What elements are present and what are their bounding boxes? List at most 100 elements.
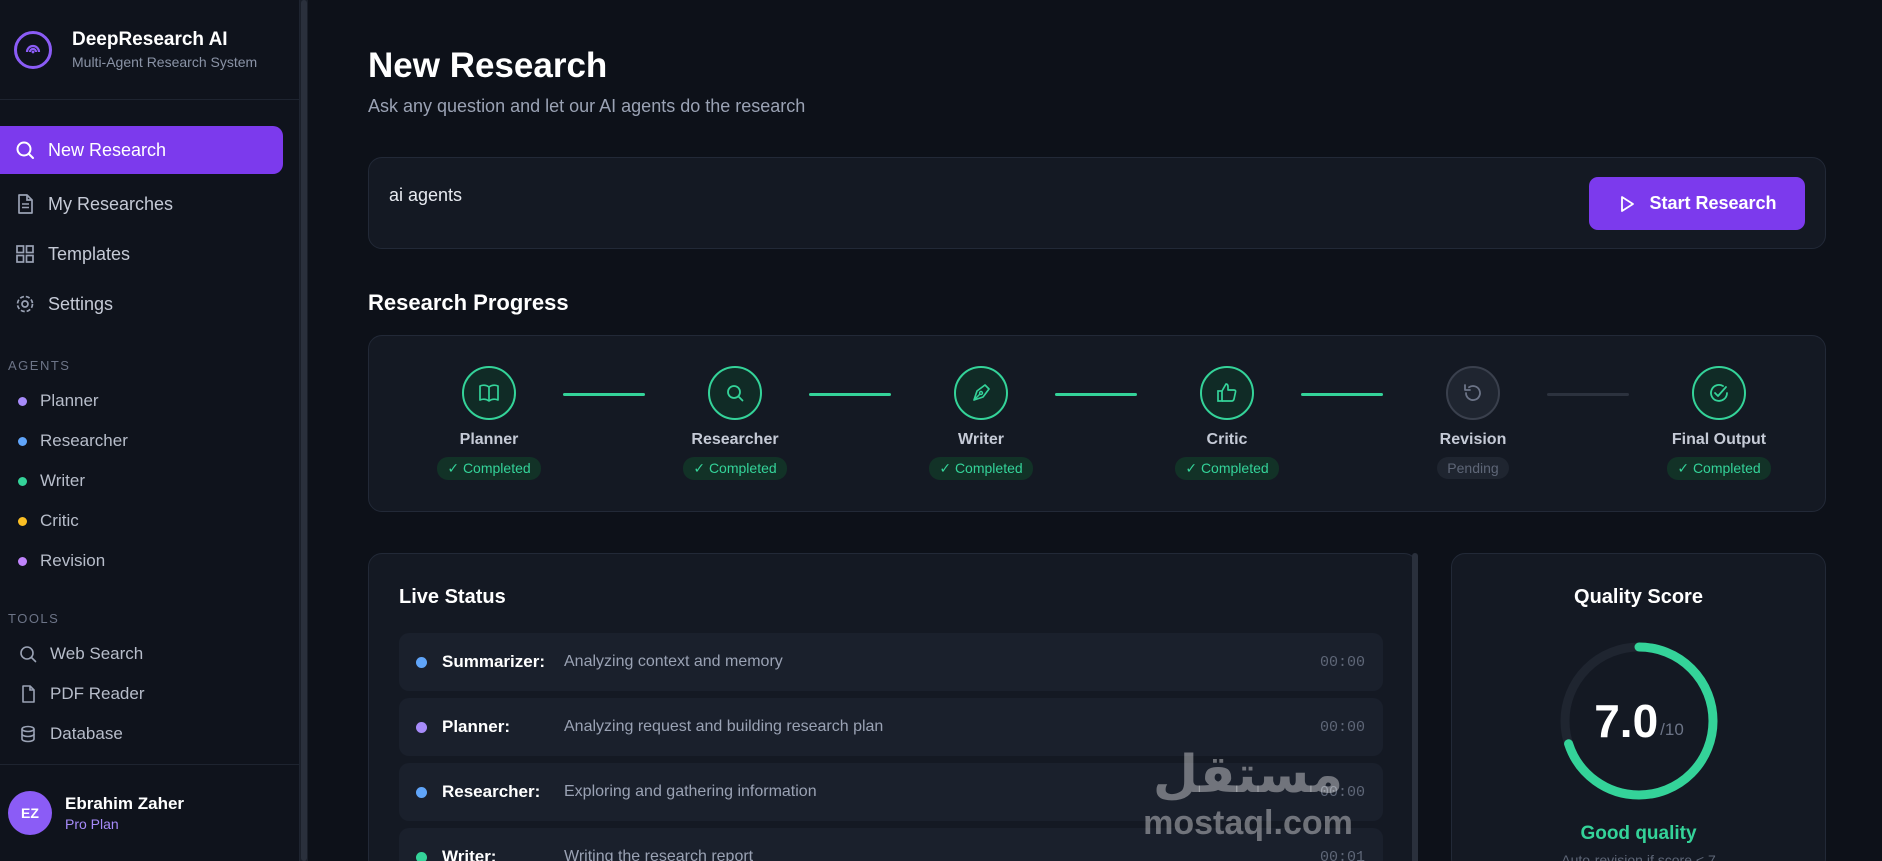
play-icon [1621, 195, 1635, 212]
status-row: Summarizer: Analyzing context and memory… [399, 633, 1383, 691]
avatar: EZ [8, 791, 52, 835]
sidebar: DeepResearch AI Multi-Agent Research Sys… [0, 0, 300, 861]
progress-step-final-output: Final Output ✓ Completed [1649, 366, 1789, 480]
brand-logo-icon [14, 30, 52, 69]
step-name: Revision [1439, 431, 1507, 448]
progress-connector [1301, 393, 1383, 396]
status-badge: ✓ Completed [437, 457, 541, 480]
book-icon [462, 366, 516, 420]
tool-item-database[interactable]: Database [0, 714, 299, 754]
status-badge: ✓ Completed [683, 457, 787, 480]
status-agent: Summarizer: [442, 652, 545, 671]
file-icon [18, 684, 38, 704]
nav-item-settings[interactable]: Settings [0, 280, 283, 328]
start-research-label: Start Research [1649, 193, 1777, 213]
research-progress-card: Planner ✓ Completed Researcher ✓ Complet… [368, 335, 1826, 512]
user-plan: Pro Plan [65, 816, 119, 832]
tools-heading: TOOLS [8, 611, 60, 626]
user-name: Ebrahim Zaher [65, 794, 185, 813]
nav-item-templates[interactable]: Templates [0, 230, 283, 278]
database-icon [18, 724, 38, 744]
search-icon [708, 366, 762, 420]
pen-icon [954, 366, 1008, 420]
agent-dot [18, 476, 27, 486]
page-title: New Research [368, 46, 608, 85]
check-circle-icon [1692, 366, 1746, 420]
grid-icon [14, 243, 36, 265]
progress-connector [563, 393, 645, 396]
research-query-input[interactable] [389, 180, 1559, 210]
quality-score-card: Quality Score 7.0 /10 Good quality Auto-… [1451, 553, 1826, 861]
status-time: 00:01 [1319, 848, 1365, 861]
quality-note: Auto-revision if score < 7 [1561, 852, 1716, 861]
live-status-scrollbar[interactable] [1412, 553, 1418, 861]
status-dot [416, 786, 427, 798]
nav-item-label: My Researches [48, 193, 174, 214]
nav-item-new-research[interactable]: New Research [0, 126, 283, 174]
status-time: 00:00 [1319, 653, 1365, 671]
status-badge: ✓ Completed [1667, 457, 1771, 480]
status-dot [416, 851, 427, 861]
tool-label: Web Search [50, 644, 144, 663]
search-icon [18, 644, 38, 664]
agent-item-critic[interactable]: Critic [0, 501, 299, 541]
quality-score-number: 7.0 [1594, 695, 1659, 747]
nav-item-label: Settings [48, 293, 114, 314]
agent-label: Planner [40, 391, 99, 410]
brand-title: DeepResearch AI [72, 29, 228, 50]
step-name: Writer [958, 431, 1004, 448]
agent-dot [18, 436, 27, 446]
progress-step-researcher: Researcher ✓ Completed [665, 366, 805, 480]
sidebar-scrollbar[interactable] [300, 0, 308, 861]
progress-connector [1055, 393, 1137, 396]
progress-connector [809, 393, 891, 396]
tool-item-pdf-reader[interactable]: PDF Reader [0, 674, 299, 714]
main-nav: New Research My Researches Templates Set [0, 100, 299, 328]
status-agent: Writer: [442, 847, 497, 861]
status-time: 00:00 [1319, 718, 1365, 736]
quality-score-value: 7.0 /10 [1558, 640, 1720, 802]
status-row: Writer: Writing the research report 00:0… [399, 828, 1383, 861]
agent-label: Writer [40, 471, 86, 490]
agent-item-writer[interactable]: Writer [0, 461, 299, 501]
status-agent: Planner: [442, 717, 511, 736]
app: DeepResearch AI Multi-Agent Research Sys… [0, 0, 1882, 861]
status-badge: Pending [1437, 457, 1509, 479]
agent-item-revision[interactable]: Revision [0, 541, 299, 581]
nav-item-label: Templates [48, 243, 131, 264]
document-icon [14, 193, 36, 215]
tool-item-web-search[interactable]: Web Search [0, 634, 299, 674]
research-progress-title: Research Progress [368, 290, 569, 315]
status-agent: Researcher: [442, 782, 541, 801]
status-time: 00:00 [1319, 783, 1365, 801]
status-dot [416, 656, 427, 668]
agents-heading: AGENTS [8, 358, 71, 373]
progress-connector [1547, 393, 1629, 396]
query-box: Start Research [368, 157, 1826, 249]
agent-item-planner[interactable]: Planner [0, 381, 299, 421]
tool-label: Database [50, 724, 123, 743]
nav-item-label: New Research [48, 139, 167, 160]
page-subtitle: Ask any question and let our AI agents d… [368, 96, 806, 116]
quality-score-max: /10 [1660, 720, 1684, 739]
status-row: Planner: Analyzing request and building … [399, 698, 1383, 756]
brand-subtitle: Multi-Agent Research System [72, 54, 258, 70]
status-text: Writing the research report [564, 848, 754, 861]
status-badge: ✓ Completed [929, 457, 1033, 480]
agent-label: Critic [40, 511, 79, 530]
agent-item-researcher[interactable]: Researcher [0, 421, 299, 461]
nav-item-my-researches[interactable]: My Researches [0, 180, 283, 228]
agent-dot [18, 556, 27, 566]
agent-label: Researcher [40, 431, 128, 450]
agent-label: Revision [40, 551, 106, 570]
step-name: Final Output [1671, 431, 1767, 448]
user-profile[interactable]: EZ Ebrahim Zaher Pro Plan [0, 764, 300, 861]
main-content: New Research Ask any question and let ou… [308, 0, 1882, 861]
start-research-button[interactable]: Start Research [1589, 177, 1805, 230]
status-text: Analyzing context and memory [564, 653, 783, 670]
live-status-title: Live Status [399, 586, 506, 608]
progress-step-revision: Revision Pending [1403, 366, 1543, 479]
step-name: Critic [1206, 431, 1248, 448]
progress-step-writer: Writer ✓ Completed [911, 366, 1051, 480]
status-text: Exploring and gathering information [564, 783, 817, 800]
